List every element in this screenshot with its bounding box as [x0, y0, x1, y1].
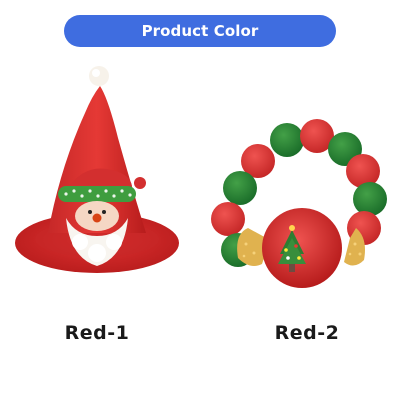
product-color-header: Product Color [64, 15, 336, 47]
pompom-collar-image [211, 119, 387, 288]
product-label-red-1: Red-1 [64, 322, 130, 344]
product-option-red-2[interactable] [200, 58, 400, 298]
product-option-red-1[interactable] [0, 58, 200, 298]
product-label-red-2: Red-2 [274, 322, 340, 344]
santa-hat-image [15, 66, 179, 273]
